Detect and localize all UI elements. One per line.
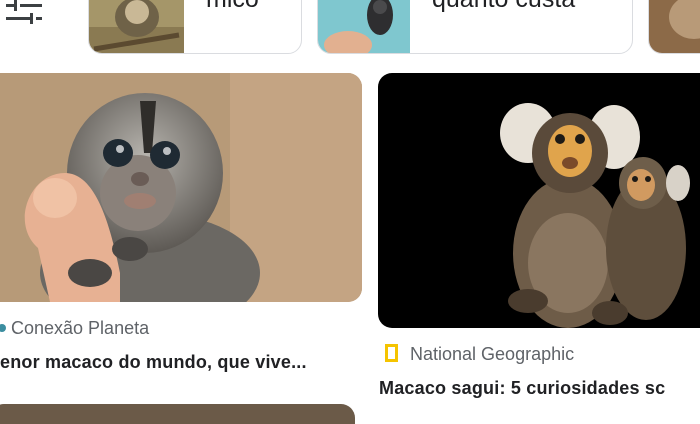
next-result-image[interactable]: [0, 404, 355, 424]
result-title[interactable]: Macaco sagui: 5 curiosidades sc: [379, 378, 665, 399]
marmoset-thumbnail: [649, 0, 700, 53]
chip-label: quanto custa: [432, 0, 575, 14]
result-source[interactable]: National Geographic: [410, 344, 574, 365]
marmoset-in-hand-thumbnail: [318, 0, 410, 53]
result-image-marmoset-on-finger[interactable]: [0, 73, 362, 302]
result-image-marmosets-black-bg[interactable]: [378, 73, 700, 328]
chip-more[interactable]: [648, 0, 700, 54]
marmoset-thumbnail: [89, 0, 184, 53]
result-source[interactable]: Conexão Planeta: [11, 318, 149, 339]
chip-mico[interactable]: mico: [88, 0, 302, 54]
tune-icon[interactable]: [0, 0, 50, 28]
conexao-planeta-favicon: [0, 324, 6, 332]
national-geographic-logo-icon: [385, 344, 398, 362]
result-title[interactable]: enor macaco do mundo, que vive...: [0, 352, 307, 373]
chip-label: mico: [206, 0, 259, 14]
chip-quanto-custa[interactable]: quanto custa: [317, 0, 633, 54]
